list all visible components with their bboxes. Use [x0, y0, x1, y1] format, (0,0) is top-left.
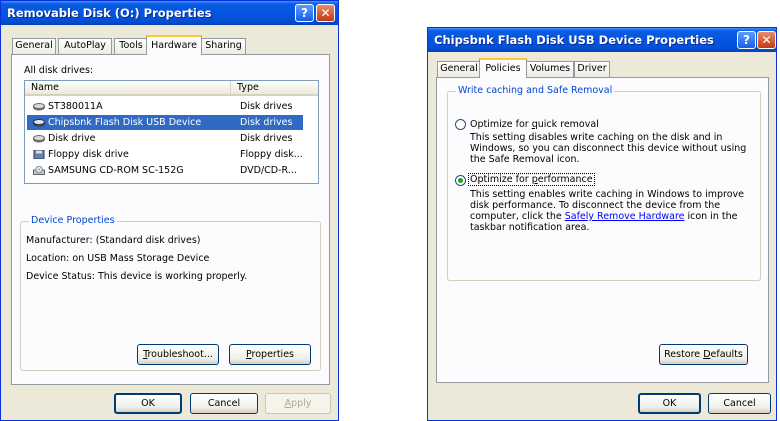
device-policies-dialog: Chipsbnk Flash Disk USB Device Propertie… [427, 27, 777, 421]
optimize-quick-removal-label[interactable]: Optimize for quick removal [470, 119, 599, 130]
safely-remove-hardware-link[interactable]: Safely Remove Hardware [565, 211, 685, 222]
tab-policies[interactable]: Policies [479, 58, 527, 78]
disk-drives-list[interactable]: Name Type ST380011A Disk drives Chipsbnk… [24, 80, 319, 184]
dialog-title-bar[interactable]: Chipsbnk Flash Disk USB Device Propertie… [428, 28, 776, 52]
list-item[interactable]: ST380011A Disk drives [27, 99, 303, 114]
performance-description: This setting enables write caching in Wi… [470, 189, 745, 233]
tab-hardware[interactable]: Hardware [146, 35, 202, 55]
location-text: Location: on USB Mass Storage Device [26, 253, 210, 264]
write-caching-title: Write caching and Safe Removal [456, 85, 615, 96]
help-button[interactable]: ? [737, 31, 756, 49]
manufacturer-text: Manufacturer: (Standard disk drives) [26, 235, 201, 246]
tab-sharing[interactable]: Sharing [201, 38, 246, 54]
close-icon: ✕ [761, 33, 772, 47]
optimize-performance-label[interactable]: Optimize for performance [468, 173, 595, 186]
cd-drive-icon [33, 166, 45, 175]
hard-disk-icon [33, 103, 45, 111]
tab-tools[interactable]: Tools [114, 38, 148, 54]
cancel-button[interactable]: Cancel [708, 393, 771, 414]
tab-general[interactable]: General [12, 38, 56, 54]
write-caching-group: Write caching and Safe Removal Optimize … [447, 85, 761, 281]
all-disk-drives-label: All disk drives: [24, 65, 94, 76]
ok-button[interactable]: OK [638, 393, 701, 414]
tab-driver[interactable]: Driver [574, 61, 610, 77]
list-item[interactable]: Disk drive Disk drives [27, 131, 303, 146]
column-header-name[interactable]: Name [25, 81, 231, 96]
help-icon: ? [743, 33, 750, 47]
list-item-selected[interactable]: Chipsbnk Flash Disk USB Device Disk driv… [27, 115, 303, 130]
tab-autoplay[interactable]: AutoPlay [58, 38, 112, 54]
close-button[interactable]: ✕ [316, 4, 335, 22]
list-item[interactable]: Floppy disk drive Floppy disk... [27, 147, 303, 162]
tab-general[interactable]: General [437, 61, 481, 77]
troubleshoot-button[interactable]: Troubleshoot... [137, 344, 219, 365]
cancel-button[interactable]: Cancel [190, 393, 258, 414]
apply-button[interactable]: Apply [265, 393, 331, 414]
help-icon: ? [301, 6, 308, 20]
device-properties-title: Device Properties [29, 215, 117, 226]
floppy-drive-icon [33, 150, 45, 159]
close-icon: ✕ [320, 6, 331, 20]
column-header-type[interactable]: Type [231, 81, 318, 96]
dialog-title: Removable Disk (O:) Properties [7, 6, 212, 20]
dialog-title: Chipsbnk Flash Disk USB Device Propertie… [434, 33, 714, 47]
ok-button[interactable]: OK [114, 393, 182, 414]
device-status-text: Device Status: This device is working pr… [26, 271, 248, 282]
optimize-performance-radio[interactable] [455, 175, 466, 186]
properties-button[interactable]: Properties [229, 344, 311, 365]
dialog-title-bar[interactable]: Removable Disk (O:) Properties ? ✕ [1, 1, 338, 25]
device-properties-group: Device Properties Manufacturer: (Standar… [20, 215, 321, 371]
hard-disk-icon [33, 119, 45, 127]
policies-tab-panel: Write caching and Safe Removal Optimize … [436, 77, 769, 383]
hard-disk-icon [33, 135, 45, 143]
removable-disk-properties-dialog: Removable Disk (O:) Properties ? ✕ Gener… [0, 0, 339, 421]
quick-removal-description: This setting disables write caching on t… [470, 132, 747, 165]
restore-defaults-button[interactable]: Restore Defaults [659, 344, 748, 365]
hardware-tab-panel: All disk drives: Name Type ST380011A Dis… [11, 54, 330, 385]
close-button[interactable]: ✕ [757, 31, 776, 49]
tab-volumes[interactable]: Volumes [526, 61, 574, 77]
help-button[interactable]: ? [295, 4, 314, 22]
list-item[interactable]: SAMSUNG CD-ROM SC-152G DVD/CD-R... [27, 163, 303, 178]
optimize-quick-removal-radio[interactable] [455, 119, 466, 130]
